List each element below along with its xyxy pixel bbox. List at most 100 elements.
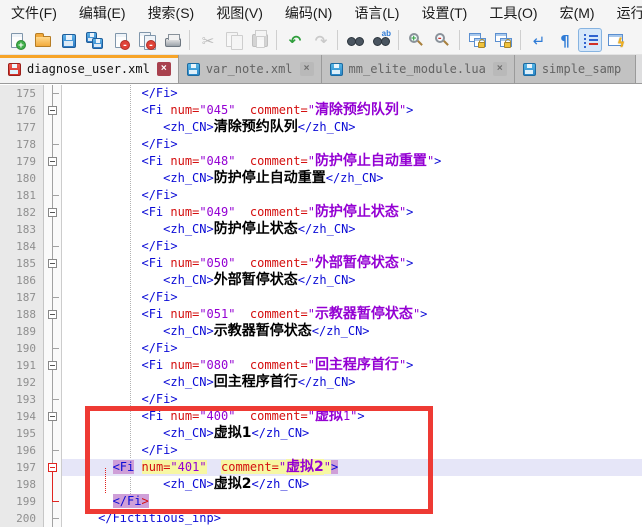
fold-margin[interactable] (44, 204, 62, 221)
copy-icon[interactable] (221, 28, 245, 52)
fold-margin[interactable] (44, 510, 62, 527)
code-text[interactable]: <zh_CN>防护停止状态</zh_CN> (62, 221, 642, 238)
undo-icon[interactable]: ↶ (282, 28, 306, 52)
code-editor[interactable]: 175 </Fi>176 <Fi num="045" comment="清除预约… (0, 85, 642, 532)
zoom-out-icon[interactable]: - (430, 28, 454, 52)
fold-margin[interactable] (44, 391, 62, 408)
code-text[interactable]: <zh_CN>外部暂停状态</zh_CN> (62, 272, 642, 289)
new-file-icon[interactable]: + (4, 28, 28, 52)
tab-close-icon[interactable]: × (157, 62, 171, 76)
fold-margin[interactable] (44, 459, 62, 476)
code-line[interactable]: 200 </Fictitious_inp> (0, 510, 642, 527)
code-line[interactable]: 197 <Fi num="401" comment="虚拟2"> (0, 459, 642, 476)
menu-item[interactable]: 搜索(S) (137, 0, 206, 26)
fold-collapse-icon[interactable] (48, 412, 57, 421)
code-text[interactable]: </Fi> (62, 391, 642, 408)
code-text[interactable]: <zh_CN>示教器暂停状态</zh_CN> (62, 323, 642, 340)
code-text[interactable]: <zh_CN>回主程序首行</zh_CN> (62, 374, 642, 391)
code-text[interactable]: <Fi num="080" comment="回主程序首行"> (62, 357, 642, 374)
code-text[interactable]: <Fi num="050" comment="外部暂停状态"> (62, 255, 642, 272)
save-icon[interactable] (56, 28, 80, 52)
cut-icon[interactable]: ✂ (195, 28, 219, 52)
code-line[interactable]: 191 <Fi num="080" comment="回主程序首行"> (0, 357, 642, 374)
zoom-in-icon[interactable]: + (404, 28, 428, 52)
code-text[interactable]: <Fi num="045" comment="清除预约队列"> (62, 102, 642, 119)
menu-item[interactable]: 工具(O) (478, 0, 548, 26)
code-line[interactable]: 186 <zh_CN>外部暂停状态</zh_CN> (0, 272, 642, 289)
save-all-icon[interactable] (82, 28, 106, 52)
fold-margin[interactable] (44, 442, 62, 459)
open-file-icon[interactable] (30, 28, 54, 52)
code-line[interactable]: 189 <zh_CN>示教器暂停状态</zh_CN> (0, 323, 642, 340)
code-line[interactable]: 179 <Fi num="048" comment="防护停止自动重置"> (0, 153, 642, 170)
code-line[interactable]: 182 <Fi num="049" comment="防护停止状态"> (0, 204, 642, 221)
fold-collapse-icon[interactable] (48, 259, 57, 268)
code-line[interactable]: 198 <zh_CN>虚拟2</zh_CN> (0, 476, 642, 493)
print-icon[interactable] (160, 28, 184, 52)
menu-item[interactable]: 设置(T) (410, 0, 478, 26)
menu-item[interactable]: 运行(R) (606, 0, 642, 26)
fold-margin[interactable] (44, 102, 62, 119)
fold-collapse-icon[interactable] (48, 463, 57, 472)
code-text[interactable]: </Fi> (62, 289, 642, 306)
code-line[interactable]: 194 <Fi num="400" comment="虚拟1"> (0, 408, 642, 425)
fold-margin[interactable] (44, 272, 62, 289)
code-line[interactable]: 183 <zh_CN>防护停止状态</zh_CN> (0, 221, 642, 238)
code-text[interactable]: <Fi num="049" comment="防护停止状态"> (62, 204, 642, 221)
code-text[interactable]: <zh_CN>虚拟2</zh_CN> (62, 476, 642, 493)
fold-collapse-icon[interactable] (48, 157, 57, 166)
show-all-chars-icon[interactable]: ¶ (552, 28, 576, 52)
code-text[interactable]: <Fi num="051" comment="示教器暂停状态"> (62, 306, 642, 323)
fold-margin[interactable] (44, 476, 62, 493)
code-line[interactable]: 180 <zh_CN>防护停止自动重置</zh_CN> (0, 170, 642, 187)
fold-margin[interactable] (44, 153, 62, 170)
fold-margin[interactable] (44, 187, 62, 204)
sync-vertical-scroll-icon[interactable] (465, 28, 489, 52)
code-line[interactable]: 187 </Fi> (0, 289, 642, 306)
code-text[interactable]: <zh_CN>防护停止自动重置</zh_CN> (62, 170, 642, 187)
code-line[interactable]: 193 </Fi> (0, 391, 642, 408)
code-line[interactable]: 199 </Fi> (0, 493, 642, 510)
code-text[interactable]: <zh_CN>清除预约队列</zh_CN> (62, 119, 642, 136)
code-text[interactable]: </Fi> (62, 442, 642, 459)
code-text[interactable]: </Fi> (62, 187, 642, 204)
code-text[interactable]: </Fi> (62, 340, 642, 357)
close-icon[interactable]: - (108, 28, 132, 52)
code-line[interactable]: 188 <Fi num="051" comment="示教器暂停状态"> (0, 306, 642, 323)
fold-margin[interactable] (44, 170, 62, 187)
code-text[interactable]: <Fi num="401" comment="虚拟2"> (62, 459, 642, 476)
code-line[interactable]: 178 </Fi> (0, 136, 642, 153)
menu-item[interactable]: 语言(L) (343, 0, 410, 26)
tab-close-icon[interactable]: × (493, 62, 507, 76)
code-line[interactable]: 175 </Fi> (0, 85, 642, 102)
fold-margin[interactable] (44, 357, 62, 374)
fold-margin[interactable] (44, 408, 62, 425)
code-line[interactable]: 181 </Fi> (0, 187, 642, 204)
code-line[interactable]: 190 </Fi> (0, 340, 642, 357)
code-text[interactable]: <Fi num="048" comment="防护停止自动重置"> (62, 153, 642, 170)
fold-margin[interactable] (44, 136, 62, 153)
fold-margin[interactable] (44, 238, 62, 255)
fold-margin[interactable] (44, 425, 62, 442)
code-line[interactable]: 195 <zh_CN>虚拟1</zh_CN> (0, 425, 642, 442)
code-line[interactable]: 176 <Fi num="045" comment="清除预约队列"> (0, 102, 642, 119)
word-wrap-icon[interactable]: ↵ (526, 28, 550, 52)
fold-collapse-icon[interactable] (48, 361, 57, 370)
indent-guide-icon[interactable] (578, 28, 602, 52)
fold-margin[interactable] (44, 255, 62, 272)
fold-margin[interactable] (44, 119, 62, 136)
menu-item[interactable]: 文件(F) (0, 0, 68, 26)
code-line[interactable]: 184 </Fi> (0, 238, 642, 255)
code-text[interactable]: </Fi> (62, 85, 642, 102)
menu-item[interactable]: 编码(N) (274, 0, 343, 26)
function-list-icon[interactable]: ϟ (604, 28, 628, 52)
menu-item[interactable]: 编辑(E) (68, 0, 137, 26)
code-line[interactable]: 177 <zh_CN>清除预约队列</zh_CN> (0, 119, 642, 136)
fold-margin[interactable] (44, 340, 62, 357)
fold-collapse-icon[interactable] (48, 310, 57, 319)
paste-icon[interactable] (247, 28, 271, 52)
fold-margin[interactable] (44, 289, 62, 306)
menu-item[interactable]: 视图(V) (205, 0, 274, 26)
tab-simple_samp[interactable]: simple_samp (515, 55, 636, 83)
tab-close-icon[interactable]: × (300, 62, 314, 76)
